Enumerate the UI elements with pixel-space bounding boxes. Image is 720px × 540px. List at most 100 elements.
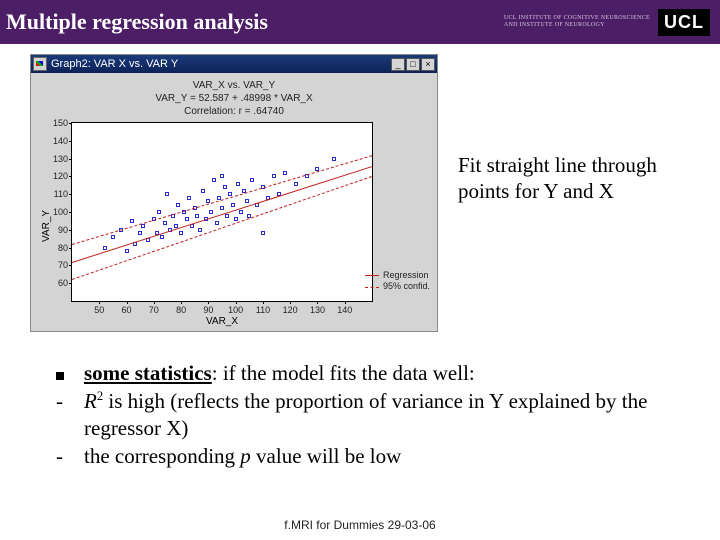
graph-titlebar: Graph2: VAR X vs. VAR Y _ □ × bbox=[31, 55, 437, 73]
data-point bbox=[195, 214, 199, 218]
graph-heading-line-3: Correlation: r = .64740 bbox=[35, 105, 433, 118]
data-point bbox=[187, 196, 191, 200]
data-point bbox=[103, 246, 107, 250]
data-point bbox=[130, 219, 134, 223]
data-point bbox=[212, 178, 216, 182]
slide-title: Multiple regression analysis bbox=[6, 9, 268, 35]
data-point bbox=[176, 203, 180, 207]
slide-header: Multiple regression analysis UCL INSTITU… bbox=[0, 0, 720, 44]
bullet-main: some statistics: if the model fits the d… bbox=[56, 360, 696, 388]
close-button[interactable]: × bbox=[421, 58, 435, 71]
dash-bullet-icon: - bbox=[56, 443, 84, 471]
ucl-logo: UCL bbox=[658, 9, 710, 36]
bullet-main-text: some statistics: if the model fits the d… bbox=[84, 360, 696, 388]
y-tick-label: 70 bbox=[46, 260, 68, 270]
data-point bbox=[163, 221, 167, 225]
data-point bbox=[223, 185, 227, 189]
bullet-sub-2-text: the corresponding p value will be low bbox=[84, 443, 696, 471]
bullet-list: some statistics: if the model fits the d… bbox=[56, 360, 696, 471]
x-tick-label: 70 bbox=[149, 305, 159, 315]
data-point bbox=[245, 199, 249, 203]
y-tick-label: 100 bbox=[46, 207, 68, 217]
bullet-sub-2-post: value will be low bbox=[251, 444, 401, 468]
minimize-button[interactable]: _ bbox=[391, 58, 405, 71]
x-tick-label: 90 bbox=[203, 305, 213, 315]
y-tick-label: 150 bbox=[46, 118, 68, 128]
data-point bbox=[160, 235, 164, 239]
y-tick-label: 140 bbox=[46, 136, 68, 146]
data-point bbox=[220, 174, 224, 178]
figure-caption: Fit straight line through points for Y a… bbox=[458, 152, 678, 205]
x-tick-label: 120 bbox=[283, 305, 298, 315]
graph-heading-line-1: VAR_X vs. VAR_Y bbox=[35, 79, 433, 92]
data-point bbox=[250, 178, 254, 182]
legend-confidence-label: 95% confid. bbox=[383, 281, 430, 293]
data-point bbox=[220, 206, 224, 210]
bullet-sub-2-pre: the corresponding bbox=[84, 444, 240, 468]
maximize-button[interactable]: □ bbox=[406, 58, 420, 71]
data-point bbox=[239, 210, 243, 214]
data-point bbox=[209, 210, 213, 214]
y-tick-label: 110 bbox=[46, 189, 68, 199]
y-tick-label: 80 bbox=[46, 243, 68, 253]
data-point bbox=[179, 231, 183, 235]
x-axis-label: VAR_X bbox=[11, 316, 433, 327]
y-tick-label: 90 bbox=[46, 225, 68, 235]
x-tick-label: 60 bbox=[122, 305, 132, 315]
bullet-sub-1-rest: is high (reflects the proportion of vari… bbox=[84, 389, 647, 441]
legend-confidence: 95% confid. bbox=[365, 281, 430, 293]
x-tick-label: 100 bbox=[228, 305, 243, 315]
regression-line bbox=[72, 166, 372, 263]
header-right: UCL INSTITUTE OF COGNITIVE NEUROSCIENCE … bbox=[504, 9, 710, 36]
x-tick-label: 50 bbox=[94, 305, 104, 315]
institute-line-2: AND INSTITUTE OF NEUROLOGY bbox=[504, 22, 650, 29]
data-point bbox=[146, 238, 150, 242]
data-point bbox=[332, 157, 336, 161]
bullet-sub-2: - the corresponding p value will be low bbox=[56, 443, 696, 471]
data-point bbox=[125, 249, 129, 253]
graph-heading: VAR_X vs. VAR_Y VAR_Y = 52.587 + .48998 … bbox=[35, 79, 433, 118]
institute-text: UCL INSTITUTE OF COGNITIVE NEUROSCIENCE … bbox=[504, 15, 650, 28]
x-tick-label: 80 bbox=[176, 305, 186, 315]
data-point bbox=[165, 192, 169, 196]
legend-regression: Regression bbox=[365, 270, 430, 282]
data-point bbox=[283, 171, 287, 175]
data-point bbox=[225, 214, 229, 218]
p-value-symbol: p bbox=[240, 444, 251, 468]
y-tick-label: 130 bbox=[46, 154, 68, 164]
graph-body: VAR_X vs. VAR_Y VAR_Y = 52.587 + .48998 … bbox=[31, 73, 437, 331]
institute-line-1: UCL INSTITUTE OF COGNITIVE NEUROSCIENCE bbox=[504, 15, 650, 22]
plot-legend: Regression 95% confid. bbox=[365, 270, 430, 293]
data-point bbox=[111, 235, 115, 239]
data-point bbox=[201, 189, 205, 193]
graph-window: Graph2: VAR X vs. VAR Y _ □ × VAR_X vs. … bbox=[30, 54, 438, 332]
stats-keyword: some statistics bbox=[84, 361, 212, 385]
graph-window-title: Graph2: VAR X vs. VAR Y bbox=[51, 58, 391, 70]
data-point bbox=[185, 217, 189, 221]
graph-heading-line-2: VAR_Y = 52.587 + .48998 * VAR_X bbox=[35, 92, 433, 105]
system-menu-icon[interactable] bbox=[33, 57, 47, 71]
content-row: Graph2: VAR X vs. VAR Y _ □ × VAR_X vs. … bbox=[0, 44, 720, 332]
confidence-line bbox=[72, 176, 372, 280]
slide-footer: f.MRI for Dummies 29-03-06 bbox=[0, 518, 720, 532]
window-buttons: _ □ × bbox=[391, 58, 435, 71]
y-tick-label: 60 bbox=[46, 278, 68, 288]
data-point bbox=[198, 228, 202, 232]
r2-r: R bbox=[84, 389, 97, 413]
data-point bbox=[236, 182, 240, 186]
square-bullet-icon bbox=[56, 360, 84, 388]
data-point bbox=[138, 231, 142, 235]
y-tick-label: 120 bbox=[46, 171, 68, 181]
data-point bbox=[157, 210, 161, 214]
bullet-sub-1-text: R2 is high (reflects the proportion of v… bbox=[84, 388, 696, 443]
dash-bullet-icon: - bbox=[56, 388, 84, 443]
x-tick-label: 110 bbox=[256, 305, 270, 315]
data-point bbox=[215, 221, 219, 225]
data-point bbox=[234, 217, 238, 221]
bullet-main-rest: : if the model fits the data well: bbox=[212, 361, 475, 385]
data-point bbox=[261, 231, 265, 235]
data-point bbox=[294, 182, 298, 186]
bullet-sub-1: - R2 is high (reflects the proportion of… bbox=[56, 388, 696, 443]
confidence-swatch-icon bbox=[365, 287, 379, 288]
confidence-line bbox=[72, 155, 372, 245]
